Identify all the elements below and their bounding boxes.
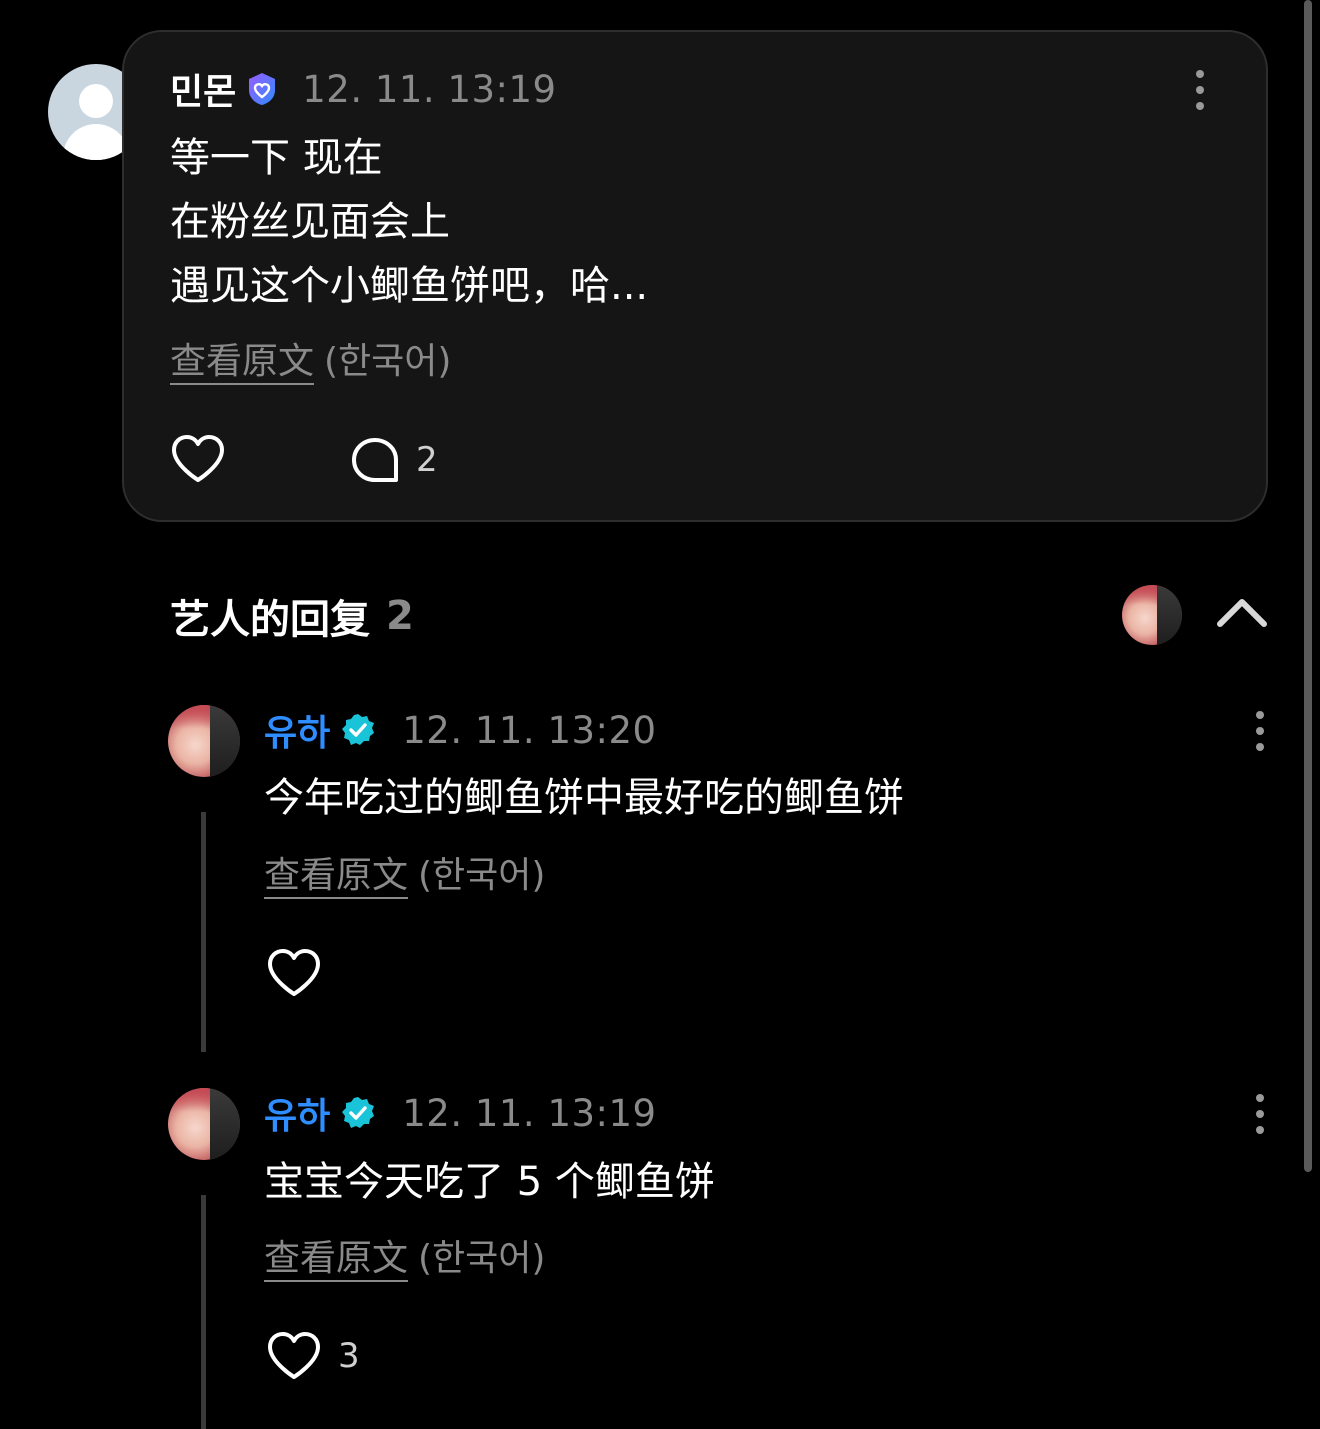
- thread-line: [201, 1195, 206, 1429]
- artist-replies-header: 艺人的回复 2: [170, 590, 414, 643]
- post-translate-row: 查看原文 (한국어): [170, 334, 451, 382]
- view-original-link[interactable]: 查看原文: [264, 1229, 408, 1281]
- reply-timestamp: 12. 11. 13:20: [402, 708, 657, 752]
- like-button[interactable]: [266, 948, 338, 998]
- post-timestamp: 12. 11. 13:19: [302, 67, 557, 111]
- reply-author-name[interactable]: 유하: [264, 704, 330, 756]
- heart-icon: [268, 949, 320, 996]
- like-button[interactable]: [170, 434, 226, 484]
- reply-timestamp: 12. 11. 13:19: [402, 1091, 657, 1135]
- artist-avatar[interactable]: [168, 705, 240, 777]
- scrollbar[interactable]: [1304, 0, 1312, 1172]
- more-vertical-icon[interactable]: [1248, 1090, 1272, 1138]
- thread-line: [201, 812, 206, 1052]
- reply-body: 宝宝今天吃了 5 个鲫鱼饼: [264, 1159, 715, 1205]
- heart-icon: [172, 435, 224, 482]
- like-count: 3: [338, 1336, 360, 1376]
- original-language-label: (한국어): [418, 855, 546, 896]
- reply-translate-row: 查看原文 (한국어): [264, 848, 545, 896]
- reply-meta: 유하 12. 11. 13:20: [264, 708, 657, 755]
- artist-avatar[interactable]: [168, 1088, 240, 1160]
- artist-replies-title: 艺人的回复: [170, 597, 370, 643]
- verified-fan-badge-icon: [244, 71, 280, 107]
- reply-body: 今年吃过的鲫鱼饼中最好吃的鲫鱼饼: [264, 775, 904, 821]
- comment-button[interactable]: 2: [350, 436, 438, 484]
- verified-artist-badge-icon: [340, 712, 376, 748]
- comment-count: 2: [416, 440, 438, 480]
- post-body: 等一下 现在 在粉丝见面会上 遇见这个小鲫鱼饼吧，哈...: [170, 135, 649, 309]
- comment-thread-page: 민몬 12. 11. 13:19 等一下 现在 在粉丝见面会上 遇见这个小鲫鱼饼…: [0, 0, 1320, 1429]
- view-original-link[interactable]: 查看原文: [264, 846, 408, 898]
- post-meta: 민몬 12. 11. 13:19: [170, 67, 557, 114]
- more-vertical-icon[interactable]: [1248, 707, 1272, 755]
- heart-icon: [268, 1332, 320, 1379]
- reply-author-name[interactable]: 유하: [264, 1087, 330, 1139]
- view-original-link[interactable]: 查看原文: [170, 332, 314, 384]
- avatar-default-icon: [79, 84, 113, 118]
- artist-avatar-small[interactable]: [1122, 585, 1182, 645]
- original-language-label: (한국어): [324, 341, 452, 382]
- comment-bubble-icon: [352, 438, 398, 482]
- verified-artist-badge-icon: [340, 1095, 376, 1131]
- chevron-up-icon[interactable]: [1216, 592, 1268, 632]
- post-author-name[interactable]: 민몬: [170, 63, 236, 115]
- original-language-label: (한국어): [418, 1238, 546, 1279]
- reply-translate-row: 查看原文 (한국어): [264, 1231, 545, 1279]
- reply-meta: 유하 12. 11. 13:19: [264, 1091, 657, 1138]
- more-vertical-icon[interactable]: [1188, 66, 1212, 114]
- artist-replies-count: 2: [386, 593, 414, 639]
- like-button[interactable]: 3: [266, 1331, 360, 1381]
